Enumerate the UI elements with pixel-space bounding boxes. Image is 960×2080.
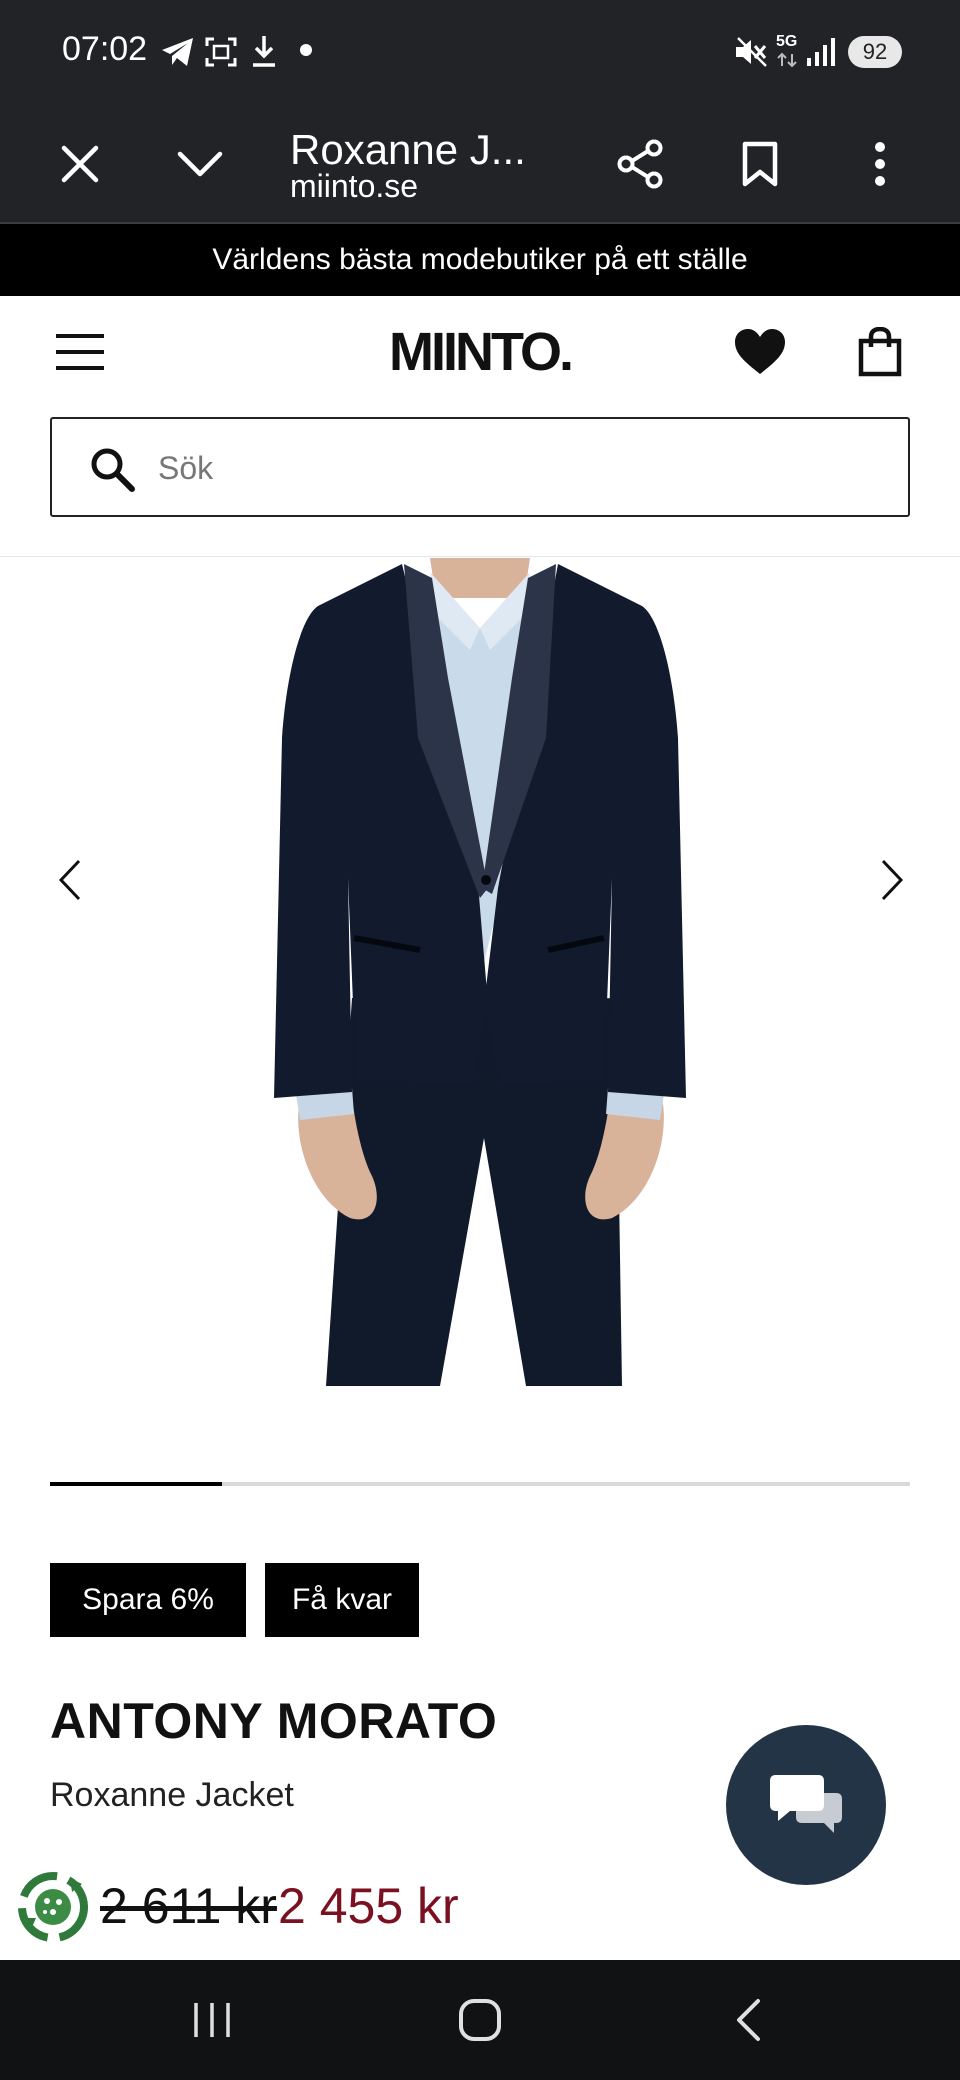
sale-price: 2 455 kr xyxy=(278,1878,459,1934)
mute-icon xyxy=(736,37,767,67)
gallery-progress-track xyxy=(50,1482,910,1486)
home-button[interactable] xyxy=(440,1980,520,2060)
next-image-button[interactable] xyxy=(862,840,922,920)
page-title: Roxanne J... xyxy=(290,126,526,173)
search-icon xyxy=(91,448,135,492)
bookmark-icon xyxy=(742,141,778,187)
product-name: Roxanne Jacket xyxy=(50,1776,294,1814)
telegram-icon xyxy=(162,38,193,66)
share-icon xyxy=(617,139,663,189)
home-icon xyxy=(459,1999,501,2041)
recent-apps-button[interactable] xyxy=(172,1980,252,2060)
heart-icon xyxy=(735,329,785,374)
more-options-button[interactable] xyxy=(840,124,920,204)
menu-button[interactable] xyxy=(40,320,120,384)
notification-dot-icon xyxy=(300,44,312,56)
shopping-bag-icon xyxy=(858,327,902,377)
promo-banner: Världens bästa modebutiker på ett ställe xyxy=(0,224,960,296)
recycle-icon xyxy=(18,1872,88,1942)
collapse-button[interactable] xyxy=(160,124,240,204)
chevron-left-icon xyxy=(58,859,81,901)
back-button[interactable] xyxy=(708,1980,788,2060)
eco-badge-button[interactable] xyxy=(12,1866,94,1948)
chevron-down-icon xyxy=(177,151,223,177)
browser-toolbar: Roxanne J... miinto.se xyxy=(0,104,960,224)
page-domain: miinto.se xyxy=(290,168,419,204)
screenshot-icon xyxy=(205,37,237,67)
product-image-gallery[interactable] xyxy=(0,558,960,1390)
close-icon xyxy=(61,145,99,183)
signal-icon xyxy=(807,38,835,66)
more-vert-icon xyxy=(875,142,885,186)
data-arrows-icon xyxy=(777,52,797,68)
search-input[interactable] xyxy=(156,437,860,499)
page-title-block[interactable]: Roxanne J... miinto.se xyxy=(290,104,580,224)
search-bar[interactable] xyxy=(50,417,910,517)
product-image xyxy=(274,558,686,1386)
recent-apps-icon xyxy=(194,2003,230,2037)
battery-indicator: 92 xyxy=(848,36,902,68)
back-icon xyxy=(737,1999,760,2041)
discount-badge: Spara 6% xyxy=(50,1563,246,1637)
hamburger-menu-icon xyxy=(56,334,104,370)
chat-bubbles-icon xyxy=(770,1775,842,1833)
download-icon xyxy=(253,36,275,67)
original-price: 2 611 kr xyxy=(100,1878,277,1934)
status-bar: 07:02 5G 92 xyxy=(0,0,960,104)
low-stock-badge: Få kvar xyxy=(265,1563,419,1637)
chevron-right-icon xyxy=(881,859,904,901)
miinto-logo[interactable]: MIINTO. xyxy=(380,320,580,384)
chat-button[interactable] xyxy=(726,1725,886,1885)
gallery-progress-fill xyxy=(50,1482,222,1486)
close-tab-button[interactable] xyxy=(40,124,120,204)
system-navigation-bar xyxy=(0,1960,960,2080)
wishlist-button[interactable] xyxy=(720,320,800,384)
status-time: 07:02 xyxy=(62,30,148,68)
network-type-label: 5G xyxy=(776,33,798,50)
cart-button[interactable] xyxy=(840,320,920,384)
share-button[interactable] xyxy=(600,124,680,204)
product-brand[interactable]: ANTONY MORATO xyxy=(50,1692,497,1750)
site-header: MIINTO. xyxy=(0,296,960,557)
previous-image-button[interactable] xyxy=(40,840,100,920)
bookmark-button[interactable] xyxy=(720,124,800,204)
